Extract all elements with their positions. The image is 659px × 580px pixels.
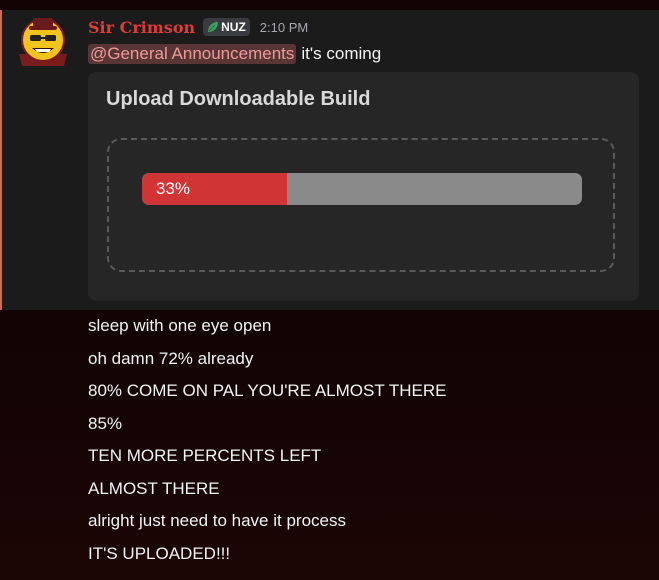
message-text: it's coming xyxy=(301,44,382,63)
progress-bar: 33% xyxy=(142,173,582,205)
role-mention[interactable]: @General Announcements xyxy=(88,44,297,64)
embed-title: Upload Downloadable Build xyxy=(106,88,371,110)
upload-dropzone: 33% xyxy=(107,138,615,272)
progress-label: 33% xyxy=(156,179,191,198)
message-content: @General Announcements it's coming xyxy=(88,42,381,66)
message-line: oh damn 72% already xyxy=(88,348,254,368)
avatar-image xyxy=(19,18,67,66)
message-line: IT'S UPLOADED!!! xyxy=(88,543,231,563)
followup-messages: sleep with one eye open oh damn 72% alrea… xyxy=(88,314,446,574)
mention-accent-bar xyxy=(0,10,2,310)
server-tag-label: NUZ xyxy=(221,20,246,34)
leaf-icon xyxy=(208,22,219,32)
message-header: Sir Crimson NUZ 2:10 PM xyxy=(88,16,308,38)
image-embed[interactable]: Upload Downloadable Build 33% xyxy=(88,72,639,301)
message-line: 85% xyxy=(88,413,123,433)
timestamp[interactable]: 2:10 PM xyxy=(260,20,308,35)
message-line: sleep with one eye open xyxy=(88,316,272,335)
top-strip xyxy=(0,0,659,10)
message-line: 80% COME ON PAL YOU'RE ALMOST THERE xyxy=(88,381,447,400)
server-tag[interactable]: NUZ xyxy=(203,18,250,36)
message-line: alright just need to have it process xyxy=(88,511,346,530)
message-line: TEN MORE PERCENTS LEFT xyxy=(88,446,322,465)
username[interactable]: Sir Crimson xyxy=(88,18,195,37)
message-line: ALMOST THERE xyxy=(88,478,220,498)
avatar[interactable] xyxy=(16,16,70,70)
